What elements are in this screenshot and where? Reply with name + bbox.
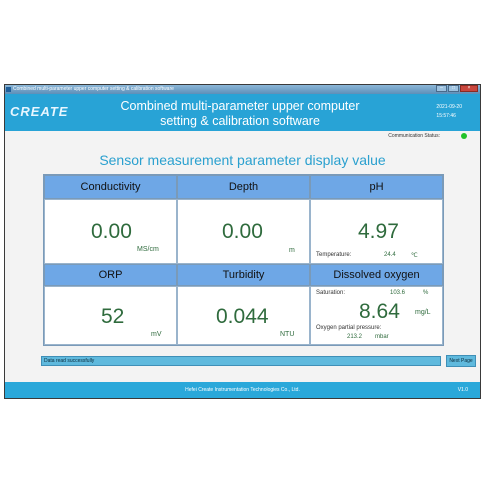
- do-unit: mg/L: [415, 309, 431, 316]
- orp-value: 52: [101, 305, 125, 328]
- do-cell: Saturation: 103.6 % 8.64 mg/L Oxygen par…: [310, 286, 443, 345]
- maximize-icon[interactable]: □: [448, 85, 459, 92]
- app-window: Combined multi-parameter upper computer …: [4, 84, 481, 399]
- app-icon: [6, 87, 11, 92]
- conductivity-value: 0.00: [91, 220, 132, 243]
- pressure-unit: mbar: [375, 334, 389, 340]
- depth-unit: m: [289, 247, 295, 254]
- temperature-value: 24.4: [384, 252, 396, 258]
- app-header: CREATE Combined multi-parameter upper co…: [5, 94, 480, 131]
- orp-unit: mV: [151, 331, 162, 338]
- saturation-unit: %: [423, 290, 429, 296]
- conductivity-cell: 0.00 MS/cm: [44, 199, 177, 264]
- temperature-label: Temperature:: [316, 252, 352, 258]
- saturation-value: 103.6: [390, 290, 406, 296]
- pressure-value: 213.2: [347, 334, 363, 340]
- orp-cell: 52 mV: [44, 286, 177, 345]
- ph-value: 4.97: [358, 220, 399, 243]
- depth-cell: 0.00 m: [177, 199, 310, 264]
- company-logo: CREATE: [10, 104, 69, 119]
- ph-header: pH: [310, 175, 443, 199]
- title-bar[interactable]: Combined multi-parameter upper computer …: [5, 85, 480, 94]
- depth-header: Depth: [177, 175, 310, 199]
- version-label: V1.0: [457, 387, 468, 393]
- status-indicator-icon: [461, 133, 467, 139]
- company-name: Hefei Create Instrumentation Technologie…: [185, 387, 300, 393]
- app-title: Combined multi-parameter upper computer …: [85, 99, 395, 129]
- app-footer: Hefei Create Instrumentation Technologie…: [5, 382, 480, 398]
- page-title: Sensor measurement parameter display val…: [99, 152, 386, 168]
- do-value: 8.64: [359, 300, 400, 323]
- datetime-display: 2021-09-20 15:57:46: [436, 103, 462, 121]
- saturation-label: Saturation:: [316, 290, 346, 296]
- close-icon[interactable]: ×: [460, 85, 478, 92]
- pressure-label: Oxygen partial pressure:: [316, 325, 382, 331]
- do-header: Dissolved oxygen: [310, 264, 443, 286]
- window-controls: – □ ×: [435, 85, 478, 92]
- ph-cell: 4.97 Temperature: 24.4 ℃: [310, 199, 443, 264]
- app-title-line1: Combined multi-parameter upper computer: [120, 99, 360, 113]
- parameter-grid: Conductivity Depth pH 0.00 MS/cm 0.00 m …: [43, 174, 444, 346]
- conductivity-unit: MS/cm: [137, 246, 159, 253]
- turbidity-unit: NTU: [280, 331, 295, 338]
- next-page-button[interactable]: Next Page: [446, 355, 476, 367]
- temperature-unit: ℃: [411, 253, 418, 259]
- window-title: Combined multi-parameter upper computer …: [13, 86, 174, 92]
- app-title-line2: setting & calibration software: [160, 114, 320, 128]
- minimize-icon[interactable]: –: [436, 85, 447, 92]
- communication-status-label: Communication Status:: [388, 133, 440, 139]
- turbidity-cell: 0.044 NTU: [177, 286, 310, 345]
- depth-value: 0.00: [222, 220, 263, 243]
- time-text: 15:57:46: [436, 113, 456, 119]
- orp-header: ORP: [44, 264, 177, 286]
- conductivity-header: Conductivity: [44, 175, 177, 199]
- date-text: 2021-09-20: [436, 104, 462, 110]
- turbidity-value: 0.044: [216, 305, 269, 328]
- turbidity-header: Turbidity: [177, 264, 310, 286]
- status-message-bar: Data read successfully: [41, 356, 441, 366]
